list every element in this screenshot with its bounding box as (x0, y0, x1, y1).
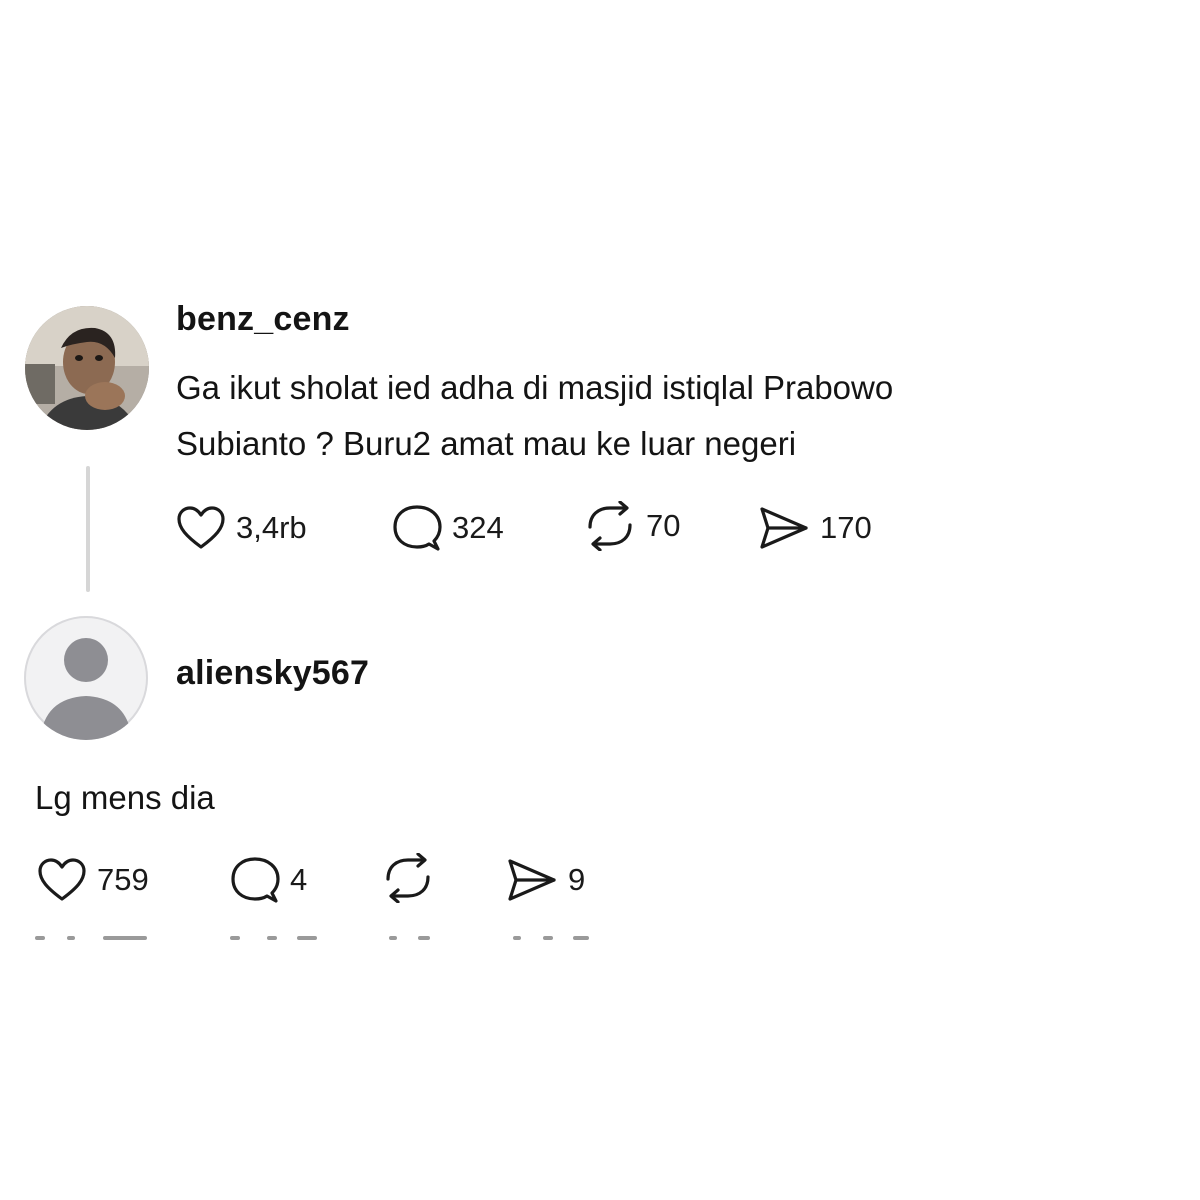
reply-button[interactable]: 324 (392, 504, 504, 552)
username[interactable]: aliensky567 (176, 654, 369, 693)
share-count: 9 (568, 862, 586, 897)
cropped-mark (267, 936, 277, 940)
send-icon (508, 859, 556, 901)
share-button[interactable]: 9 (506, 856, 585, 904)
repost-icon (386, 853, 430, 903)
user-photo-icon (25, 306, 149, 430)
like-count: 3,4rb (236, 510, 307, 545)
repost-button[interactable] (382, 853, 444, 903)
cropped-mark (418, 936, 430, 940)
cropped-mark (297, 936, 317, 940)
cropped-mark (103, 936, 147, 940)
thread-line (86, 466, 90, 592)
comment-bubble-icon (231, 857, 280, 903)
post-text-line: Lg mens dia (35, 779, 215, 816)
avatar-aliensky567[interactable] (24, 616, 148, 740)
cropped-mark (513, 936, 521, 940)
like-count: 759 (97, 862, 149, 897)
avatar-benz-cenz[interactable] (25, 306, 149, 430)
cropped-mark (67, 936, 75, 940)
reply-button[interactable]: 4 (230, 856, 307, 904)
cropped-mark (543, 936, 553, 940)
default-avatar-icon (40, 638, 132, 740)
cropped-mark (35, 936, 45, 940)
cropped-mark (230, 936, 240, 940)
reply-count: 4 (290, 862, 308, 897)
reply-count: 324 (452, 510, 504, 545)
heart-icon (38, 858, 86, 901)
post-text: Ga ikut sholat ied adha di masjid istiql… (176, 360, 893, 472)
heart-icon (177, 506, 225, 549)
send-icon (760, 507, 808, 549)
repost-button[interactable]: 70 (584, 501, 681, 551)
post-text: Lg mens dia (35, 770, 215, 826)
like-button[interactable]: 3,4rb (176, 504, 307, 552)
share-button[interactable]: 170 (758, 504, 872, 552)
username[interactable]: benz_cenz (176, 300, 350, 339)
cropped-mark (573, 936, 589, 940)
cropped-next-row (35, 936, 595, 944)
repost-count: 70 (646, 508, 681, 543)
repost-icon (588, 501, 632, 551)
cropped-mark (389, 936, 397, 940)
share-count: 170 (820, 510, 872, 545)
like-button[interactable]: 759 (37, 856, 149, 904)
comment-bubble-icon (393, 505, 442, 551)
post-text-line: Subianto ? Buru2 amat mau ke luar negeri (176, 425, 797, 462)
post-text-line: Ga ikut sholat ied adha di masjid istiql… (176, 369, 894, 406)
